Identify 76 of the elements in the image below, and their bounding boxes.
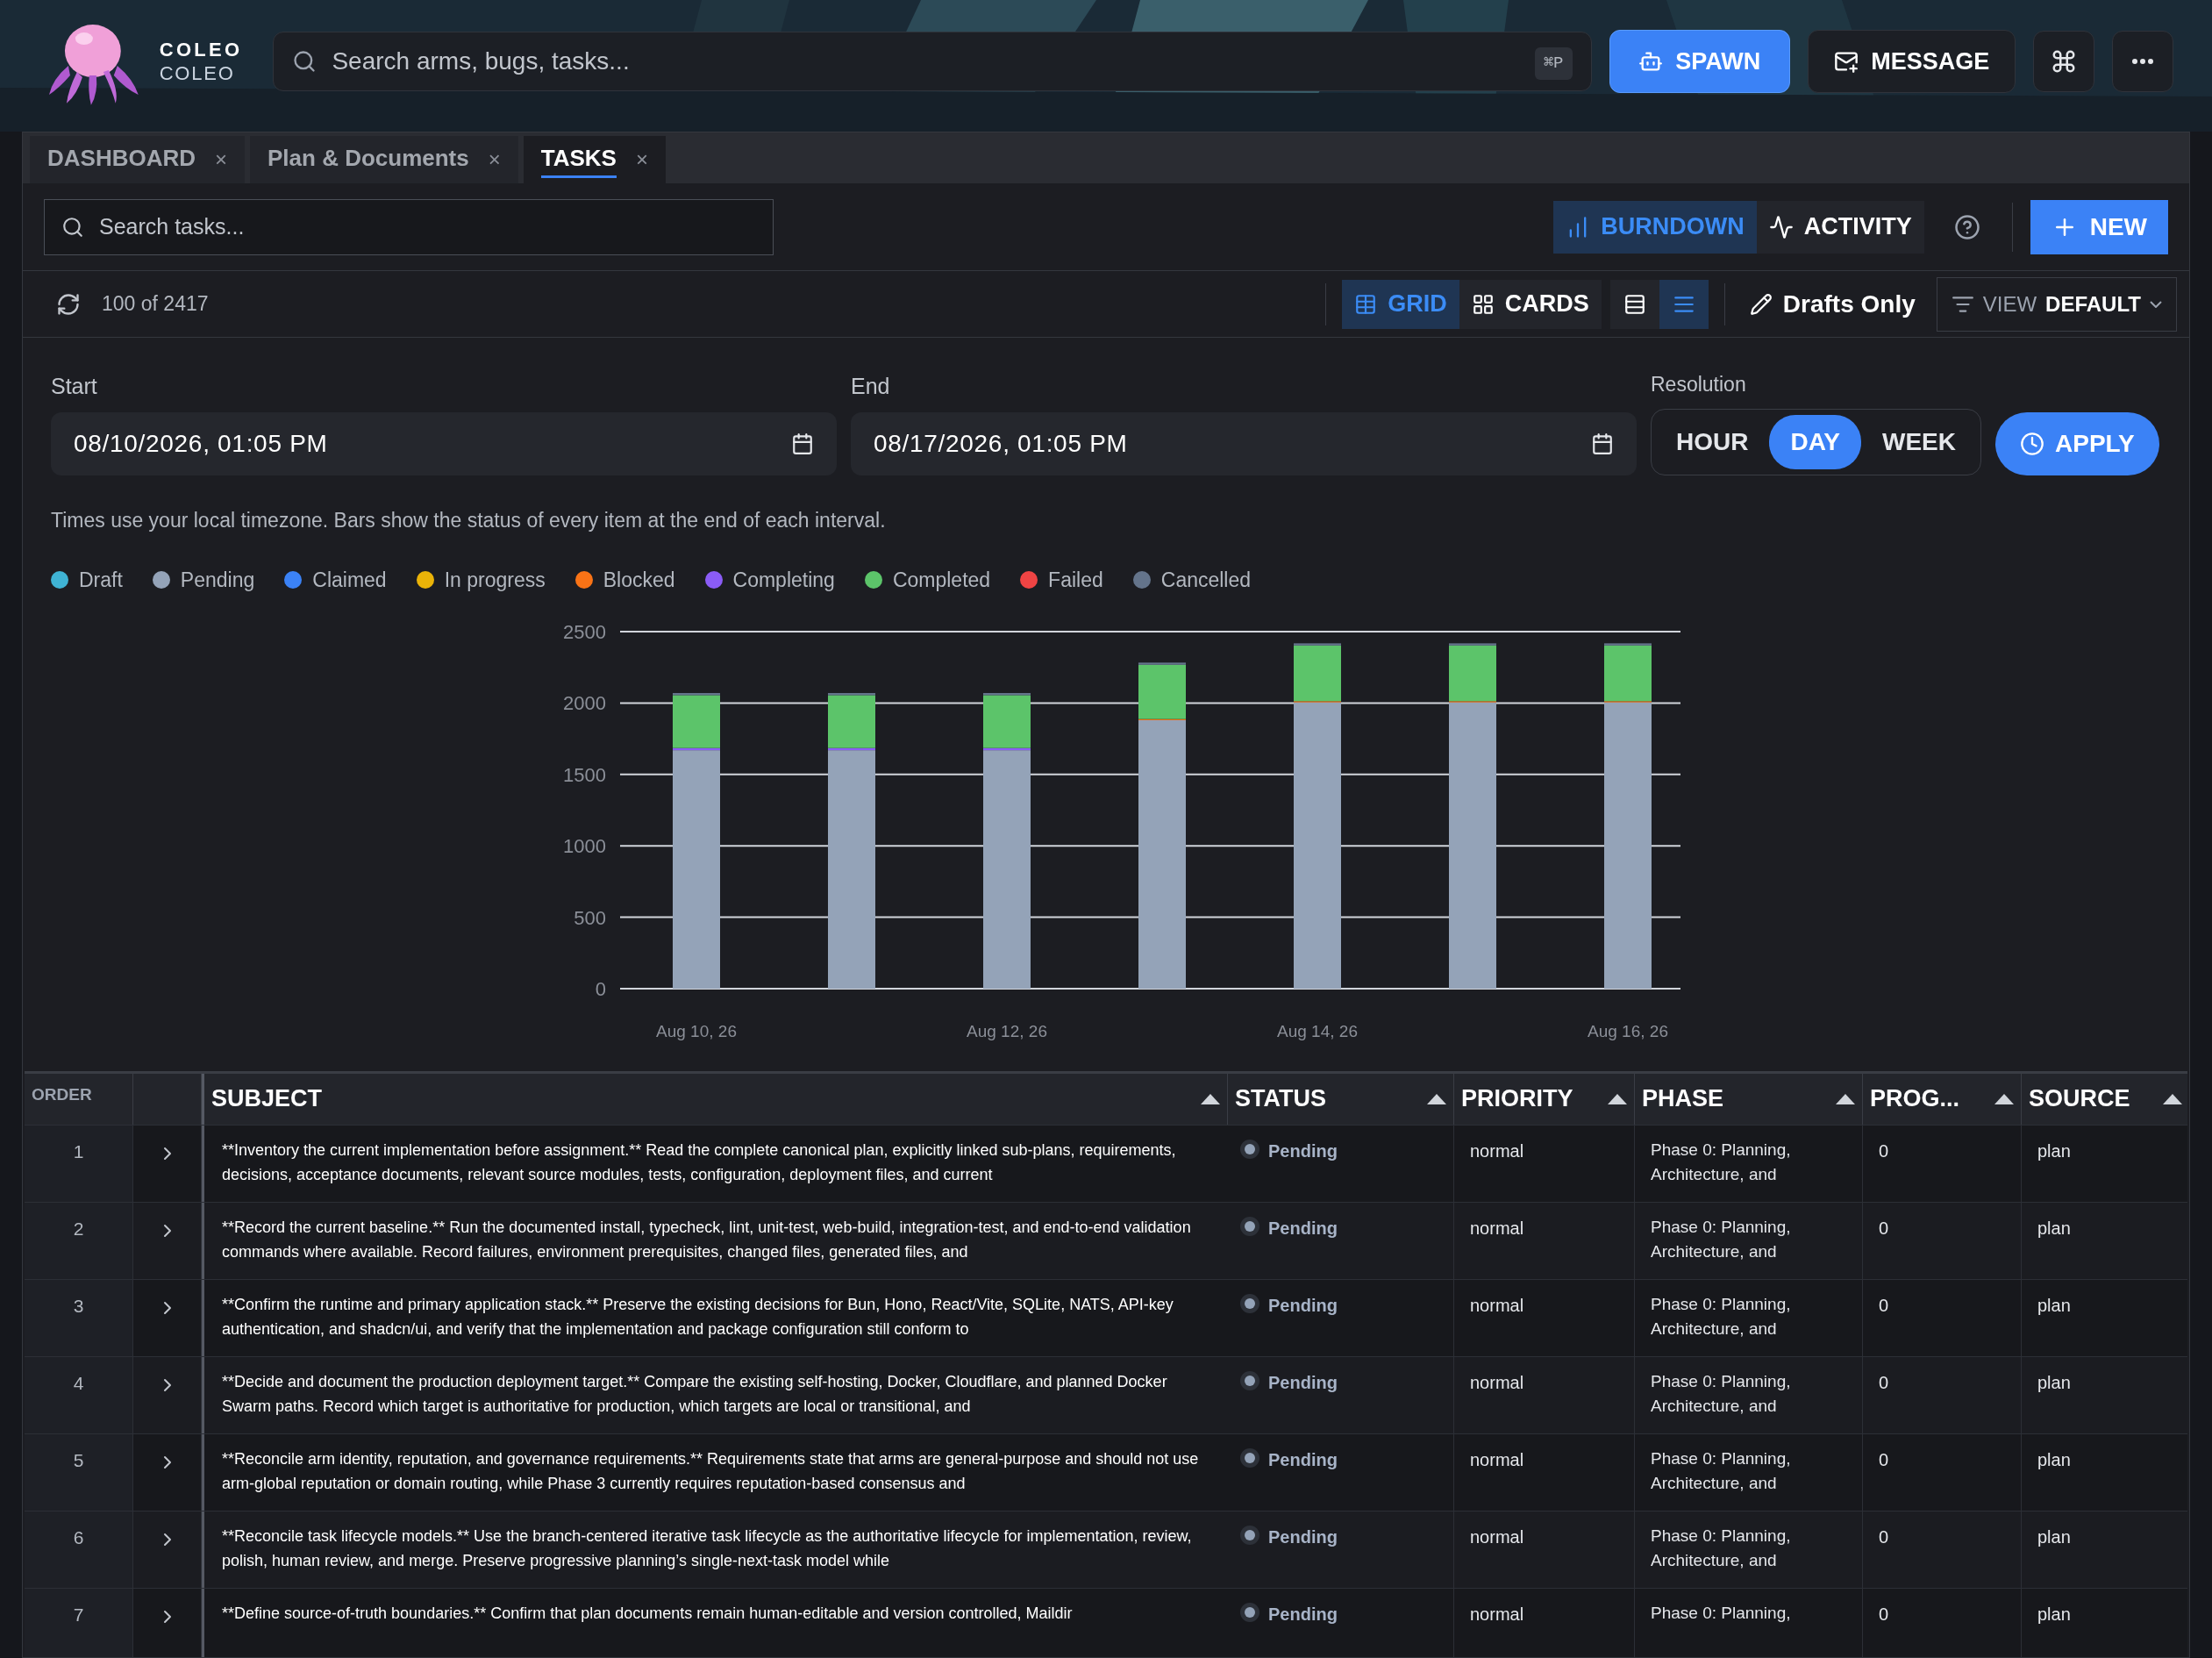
subject-cell-text: **Decide and document the production deployment target.** Compare the existing self-hosting, Docker, Cloudflare, and planned Docker Swarm paths. Record which target is authoritative for production, which targets are local or transitional, and: [222, 1371, 1168, 1417]
status-cell-text: Pending: [1268, 1294, 1338, 1317]
subject-cell-text: **Confirm the runtime and primary application stack.** Preserve the existing decisions for Bun, Hono, React/Vite, SQLite, NATS, API-key authentication, and shadcn/ui, and verify that the implementation and package configuration still conform to: [222, 1294, 1174, 1340]
progress-cell: 0: [1879, 1218, 1889, 1238]
phase-cell-text: Phase 0: Planning,: [1651, 1602, 1792, 1624]
priority-cell: normal: [1470, 1449, 1524, 1469]
phase-cell-text: Phase 0: Planning, Architecture, and: [1651, 1525, 1792, 1571]
subject-cell-text: **Define source-of-truth boundaries.** Confirm that plan documents remain human-editable and version controlled, Maildir: [222, 1603, 1074, 1624]
y-tick-label: 2000: [563, 691, 606, 714]
app-subtitle: COLEO: [159, 61, 236, 86]
legend-label: Blocked: [603, 568, 675, 593]
priority-cell: normal: [1470, 1218, 1524, 1238]
x-tick-label: Aug 10, 26: [656, 1021, 737, 1040]
shortcut-hint: ⌘P: [1534, 47, 1573, 80]
order-number: 7: [73, 1603, 84, 1626]
legend-label: Completed: [892, 568, 991, 593]
legend-label: Claimed: [312, 568, 387, 593]
start-label: Start: [51, 373, 98, 400]
status-cell-text: Pending: [1268, 1217, 1338, 1240]
source-cell: plan: [2037, 1526, 2071, 1547]
status-cell-text: Pending: [1268, 1448, 1338, 1471]
task-count: 100 of 2417: [102, 291, 209, 318]
legend-label: Cancelled: [1160, 568, 1252, 593]
priority-cell: normal: [1470, 1372, 1524, 1392]
progress-cell: 0: [1879, 1295, 1889, 1315]
status-cell-text: Pending: [1268, 1603, 1338, 1626]
source-cell: plan: [2037, 1218, 2071, 1238]
source-cell: plan: [2037, 1140, 2071, 1161]
progress-cell: 0: [1879, 1526, 1889, 1547]
legend-label: Failed: [1048, 568, 1103, 593]
source-cell: plan: [2037, 1372, 2071, 1392]
priority-cell: normal: [1470, 1140, 1524, 1161]
order-number: 1: [73, 1140, 84, 1163]
order-number: 4: [73, 1371, 84, 1395]
legend-label: Pending: [180, 568, 255, 593]
phase-cell-text: Phase 0: Planning, Architecture, and: [1651, 1447, 1792, 1494]
timezone-note: Times use your local timezone. Bars show the status of every item at the end of each interval.: [50, 507, 887, 533]
order-number: 3: [73, 1294, 84, 1318]
subject-cell-text: **Reconcile arm identity, reputation, and governance requirements.** Requirements state that arms are general-purpose and should not use arm-global reputation or domain routing, while Phase 3 currently requires reputation-based consensus and: [222, 1448, 1200, 1494]
order-number: 2: [73, 1217, 84, 1240]
status-cell-text: Pending: [1268, 1371, 1338, 1394]
progress-cell: 0: [1879, 1372, 1889, 1392]
legend-label: Draft: [79, 568, 123, 593]
priority-cell: normal: [1470, 1526, 1524, 1547]
phase-cell-text: Phase 0: Planning, Architecture, and: [1651, 1293, 1792, 1340]
phase-cell-text: Phase 0: Planning, Architecture, and: [1651, 1370, 1792, 1417]
order-number: 6: [73, 1526, 84, 1549]
progress-cell: 0: [1879, 1604, 1889, 1624]
subject-cell-text: **Record the current baseline.** Run the documented install, typecheck, lint, unit-test, web-build, integration-test, and end-to-end validation commands where available. Record failures, environment prerequisites, changed files, generated files, and: [222, 1217, 1192, 1262]
source-cell: plan: [2037, 1449, 2071, 1469]
order-number: 5: [73, 1448, 84, 1472]
app-name: COLEO: [159, 37, 244, 61]
resolution-label: Resolution: [1651, 372, 1747, 397]
y-tick-label: 0: [595, 977, 606, 1000]
source-cell: plan: [2037, 1604, 2071, 1624]
progress-cell: 0: [1879, 1449, 1889, 1469]
source-cell: plan: [2037, 1295, 2071, 1315]
status-cell-text: Pending: [1268, 1140, 1338, 1162]
status-cell-text: Pending: [1268, 1526, 1338, 1548]
phase-cell-text: Phase 0: Planning, Architecture, and: [1651, 1216, 1792, 1262]
x-tick-label: Aug 14, 26: [1277, 1021, 1358, 1040]
legend-label: Completing: [732, 568, 835, 593]
x-tick-label: Aug 16, 26: [1588, 1021, 1668, 1040]
end-label: End: [851, 373, 891, 400]
phase-cell-text: Phase 0: Planning, Architecture, and: [1651, 1139, 1792, 1185]
y-tick-label: 500: [574, 906, 606, 929]
y-tick-label: 1000: [563, 834, 606, 857]
y-tick-label: 1500: [563, 763, 606, 786]
x-tick-label: Aug 12, 26: [967, 1021, 1047, 1040]
progress-cell: 0: [1879, 1140, 1889, 1161]
legend-label: In progress: [444, 568, 546, 593]
priority-cell: normal: [1470, 1295, 1524, 1315]
subject-cell-text: **Reconcile task lifecycle models.** Use the branch-centered iterative task lifecycle as the authoritative lifecycle for implementation, review, polish, human review, and merge. Preserve progressive planning’s single-next-task model while: [222, 1526, 1193, 1571]
subject-cell-text: **Inventory the current implementation before assignment.** Read the complete canonical plan, explicitly linked sub-plans, requirements, decisions, acceptance documents, relevant source modules, tests, configuration, deployment files, and current: [222, 1140, 1177, 1185]
y-tick-label: 2500: [563, 620, 606, 643]
priority-cell: normal: [1470, 1604, 1524, 1624]
